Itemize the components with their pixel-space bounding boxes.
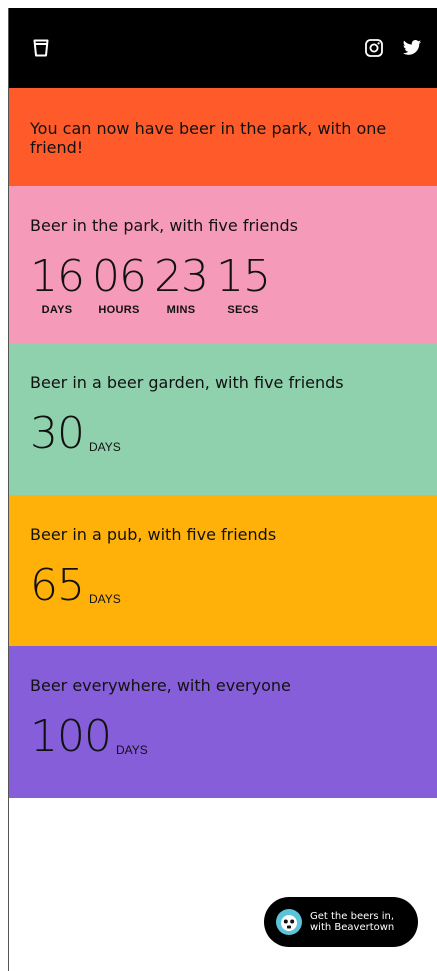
everywhere-title: Beer everywhere, with everyone	[30, 676, 291, 695]
everywhere-days-label: DAYS	[115, 743, 148, 757]
pub-days-value: 65	[30, 560, 85, 611]
cta-line-1: Get the beers in,	[310, 911, 395, 922]
park-section: Beer in the park, with five friends 16 D…	[9, 186, 437, 343]
park-countdown: 16 DAYS 06 HOURS 23 MINS 15 SECS	[30, 251, 418, 317]
announcement-text: You can now have beer in the park, with …	[30, 119, 387, 157]
cta-text: Get the beers in, with Beavertown	[310, 911, 394, 933]
top-bar	[9, 8, 437, 88]
instagram-icon[interactable]	[364, 38, 384, 58]
countdown-days: 16 DAYS	[30, 251, 85, 317]
countdown-secs: 15 SECS	[216, 251, 271, 317]
twitter-icon[interactable]	[402, 38, 422, 58]
days-label: DAYS	[41, 304, 73, 316]
pub-title: Beer in a pub, with five friends	[30, 525, 277, 544]
everywhere-countdown: 100 DAYS	[30, 715, 418, 759]
social-links	[364, 38, 422, 58]
everywhere-section: Beer everywhere, with everyone 100 DAYS	[9, 646, 437, 798]
hours-label: HOURS	[98, 304, 140, 316]
pub-countdown: 65 DAYS	[30, 564, 418, 608]
secs-value: 15	[216, 251, 271, 302]
garden-title: Beer in a beer garden, with five friends	[30, 373, 344, 392]
beavertown-cta-button[interactable]: Get the beers in, with Beavertown	[264, 897, 418, 947]
hours-value: 06	[92, 251, 147, 302]
park-title: Beer in the park, with five friends	[30, 216, 298, 235]
pub-section: Beer in a pub, with five friends 65 DAYS	[9, 495, 437, 646]
everywhere-days-value: 100	[30, 711, 112, 762]
announcement-banner: You can now have beer in the park, with …	[9, 88, 437, 186]
garden-section: Beer in a beer garden, with five friends…	[9, 343, 437, 495]
mins-value: 23	[154, 251, 209, 302]
cta-line-2: with Beavertown	[310, 922, 395, 933]
days-value: 16	[30, 251, 85, 302]
app-container: You can now have beer in the park, with …	[8, 8, 437, 971]
countdown-mins: 23 MINS	[154, 251, 209, 317]
mins-label: MINS	[166, 304, 196, 316]
pub-days-label: DAYS	[89, 592, 121, 606]
garden-days-label: DAYS	[89, 440, 121, 454]
beaver-logo-icon	[276, 909, 302, 935]
countdown-hours: 06 HOURS	[92, 251, 147, 317]
secs-label: SECS	[227, 304, 259, 316]
garden-countdown: 30 DAYS	[30, 412, 418, 456]
garden-days-value: 30	[30, 408, 85, 459]
pint-glass-icon[interactable]	[33, 39, 49, 57]
